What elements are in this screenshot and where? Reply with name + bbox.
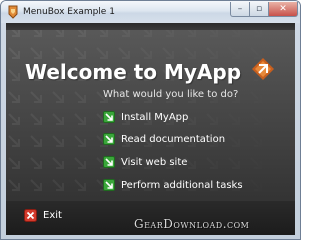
green-arrow-icon (103, 179, 115, 191)
green-arrow-icon (103, 133, 115, 145)
top-strip (6, 23, 295, 30)
menu-item-read-documentation[interactable]: Read documentation (103, 132, 225, 146)
menu-item-label: Install MyApp (121, 111, 189, 123)
minimize-button[interactable]: – (230, 2, 250, 17)
title-bar[interactable]: MenuBox Example 1 – ▫ ✕ (1, 1, 300, 23)
menu-item-label: Read documentation (121, 133, 226, 145)
maximize-button[interactable]: ▫ (249, 2, 269, 17)
green-arrow-icon (103, 156, 115, 168)
prompt-text: What would you like to do? (103, 89, 239, 100)
close-icon: ✕ (279, 3, 287, 14)
green-arrow-icon (103, 111, 115, 123)
red-x-icon (24, 208, 37, 222)
logo-icon (252, 58, 274, 80)
menu-item-install[interactable]: Install MyApp (103, 110, 188, 124)
menu-item-label: Visit web site (121, 156, 188, 168)
watermark-text: GearDownload.com (134, 217, 250, 231)
exit-label: Exit (43, 209, 62, 221)
maximize-icon: ▫ (255, 3, 263, 14)
menu-item-additional-tasks[interactable]: Perform additional tasks (103, 178, 243, 192)
welcome-heading: Welcome to MyApp (25, 60, 242, 84)
app-icon[interactable] (6, 5, 20, 19)
menu-item-label: Perform additional tasks (121, 179, 243, 191)
menu-panel: Welcome to MyApp What would you like to … (6, 23, 295, 235)
minimize-icon: – (237, 3, 243, 14)
exit-button[interactable]: Exit (24, 208, 62, 222)
window-title: MenuBox Example 1 (23, 7, 115, 17)
app-window: MenuBox Example 1 – ▫ ✕ Welcome to MyApp… (0, 0, 301, 240)
menu-item-visit-web-site[interactable]: Visit web site (103, 155, 187, 169)
close-button[interactable]: ✕ (268, 2, 298, 17)
